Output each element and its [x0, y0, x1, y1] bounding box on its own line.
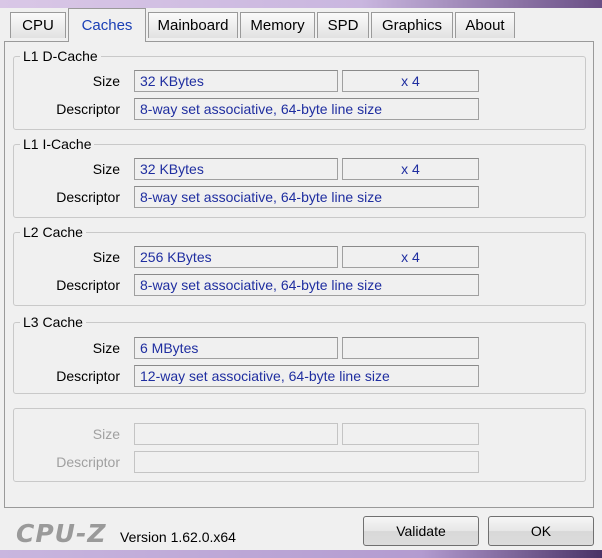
descriptor-row: Descriptor 8-way set associative, 64-byt…	[14, 186, 585, 208]
group-title: L1 I-Cache	[20, 135, 95, 153]
count-field: x 4	[342, 246, 479, 268]
validate-button[interactable]: Validate	[363, 516, 479, 546]
size-row: Size 256 KBytes x 4	[14, 246, 585, 268]
descriptor-field: 8-way set associative, 64-byte line size	[134, 98, 479, 120]
size-field: 32 KBytes	[134, 158, 338, 180]
count-field: x 4	[342, 70, 479, 92]
empty-cache-group: Size Descriptor	[13, 408, 586, 482]
count-field: x 4	[342, 158, 479, 180]
size-field	[134, 423, 338, 445]
count-field	[342, 337, 479, 359]
descriptor-row: Descriptor	[14, 451, 585, 473]
window-frame-top	[0, 0, 602, 8]
descriptor-field: 8-way set associative, 64-byte line size	[134, 274, 479, 296]
size-row: Size 6 MBytes	[14, 337, 585, 359]
group-title: L3 Cache	[20, 313, 86, 331]
l1-instruction-cache-group: L1 I-Cache Size 32 KBytes x 4 Descriptor…	[13, 135, 586, 218]
caches-panel: L1 D-Cache Size 32 KBytes x 4 Descriptor…	[4, 41, 594, 508]
count-field	[342, 423, 479, 445]
cpu-z-logo: CPU-Z	[16, 519, 107, 548]
tab-graphics[interactable]: Graphics	[371, 12, 453, 38]
descriptor-field: 8-way set associative, 64-byte line size	[134, 186, 479, 208]
l1-data-cache-group: L1 D-Cache Size 32 KBytes x 4 Descriptor…	[13, 47, 586, 130]
size-row: Size 32 KBytes x 4	[14, 158, 585, 180]
size-row: Size	[14, 423, 585, 445]
size-label: Size	[92, 249, 120, 265]
size-label: Size	[92, 73, 120, 89]
descriptor-field	[134, 451, 479, 473]
tab-about[interactable]: About	[455, 12, 515, 38]
ok-button[interactable]: OK	[488, 516, 594, 546]
tab-caches[interactable]: Caches	[68, 8, 146, 42]
group-title: L1 D-Cache	[20, 47, 101, 65]
tab-spd[interactable]: SPD	[317, 12, 369, 38]
descriptor-field: 12-way set associative, 64-byte line siz…	[134, 365, 479, 387]
descriptor-label: Descriptor	[56, 277, 120, 293]
size-field: 6 MBytes	[134, 337, 338, 359]
descriptor-row: Descriptor 8-way set associative, 64-byt…	[14, 98, 585, 120]
descriptor-row: Descriptor 8-way set associative, 64-byt…	[14, 274, 585, 296]
size-field: 32 KBytes	[134, 70, 338, 92]
tab-cpu[interactable]: CPU	[10, 12, 66, 38]
size-row: Size 32 KBytes x 4	[14, 70, 585, 92]
descriptor-label: Descriptor	[56, 101, 120, 117]
window-frame-bottom	[0, 550, 602, 558]
size-field: 256 KBytes	[134, 246, 338, 268]
l3-cache-group: L3 Cache Size 6 MBytes Descriptor 12-way…	[13, 313, 586, 394]
size-label: Size	[92, 340, 120, 356]
descriptor-label: Descriptor	[56, 368, 120, 384]
tab-mainboard[interactable]: Mainboard	[148, 12, 238, 38]
size-label: Size	[92, 426, 120, 442]
descriptor-label: Descriptor	[56, 189, 120, 205]
tab-memory[interactable]: Memory	[240, 12, 315, 38]
descriptor-row: Descriptor 12-way set associative, 64-by…	[14, 365, 585, 387]
descriptor-label: Descriptor	[56, 454, 120, 470]
l2-cache-group: L2 Cache Size 256 KBytes x 4 Descriptor …	[13, 223, 586, 306]
group-title: L2 Cache	[20, 223, 86, 241]
version-text: Version 1.62.0.x64	[120, 529, 236, 545]
size-label: Size	[92, 161, 120, 177]
tab-bar: CPU Caches Mainboard Memory SPD Graphics…	[8, 8, 598, 42]
